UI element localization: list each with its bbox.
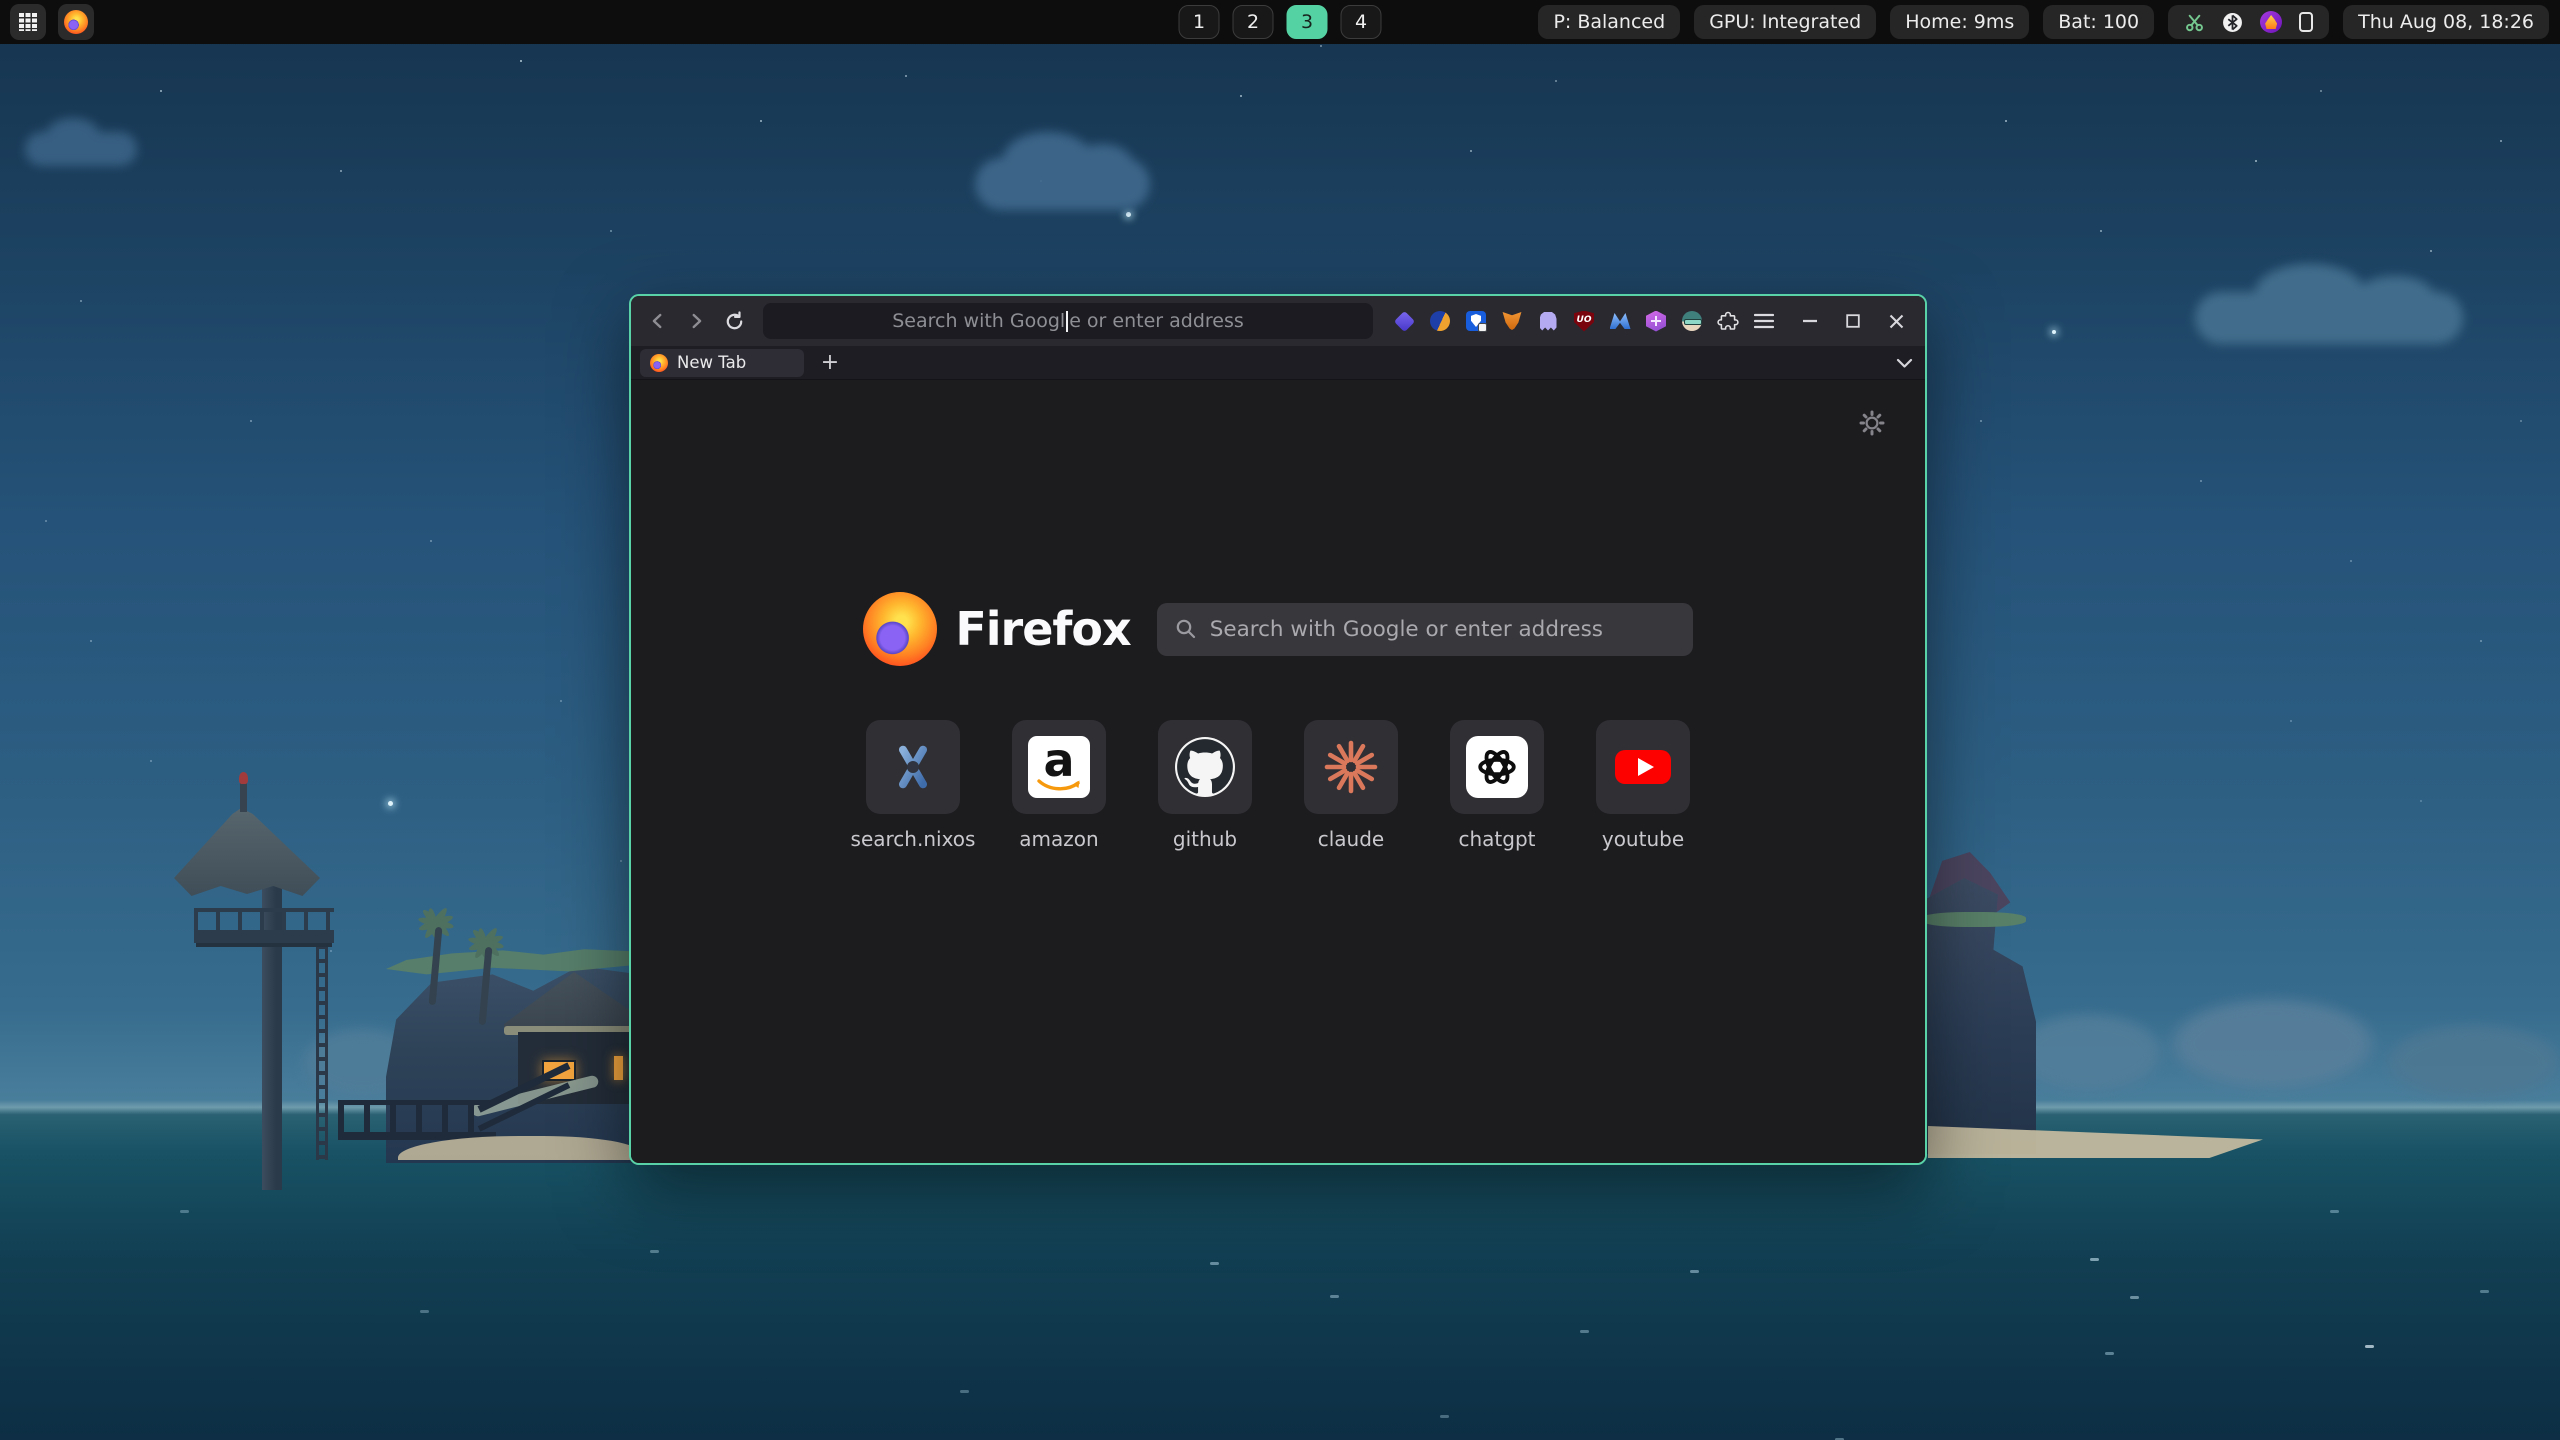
cloud: [2195, 292, 2463, 344]
shortcut-claude[interactable]: claude: [1303, 720, 1399, 851]
extensions-puzzle-icon[interactable]: [1717, 310, 1739, 332]
workspace-3-active[interactable]: 3: [1287, 5, 1328, 39]
newtab-hero: Firefox Search with Google or enter addr…: [631, 592, 1925, 666]
tab-bar: New Tab +: [631, 346, 1925, 380]
bluetooth-icon[interactable]: [2222, 12, 2243, 33]
shortcut-youtube[interactable]: youtube: [1595, 720, 1691, 851]
lit-window: [614, 1056, 623, 1080]
url-placeholder: e or enter address: [1069, 310, 1244, 332]
youtube-play-icon: [1613, 737, 1673, 797]
clock-pill[interactable]: Thu Aug 08, 18:26: [2343, 5, 2549, 39]
new-tab-button[interactable]: +: [816, 349, 844, 377]
nixos-snowflake-icon: [885, 739, 941, 795]
system-tray: [2168, 5, 2329, 39]
list-all-tabs-chevron[interactable]: [1896, 346, 1913, 380]
gpu-pill[interactable]: GPU: Integrated: [1694, 5, 1876, 39]
search-icon: [1175, 618, 1197, 640]
browser-toolbar: Search with Google or enter address UO: [631, 296, 1925, 346]
metamask-extension-icon[interactable]: [1501, 310, 1523, 332]
extension-bar: UO: [1393, 310, 1775, 332]
app-launcher-button[interactable]: [10, 4, 46, 40]
url-placeholder: Search with Googl: [892, 310, 1065, 332]
cloud: [25, 132, 137, 166]
forward-button[interactable]: [679, 305, 713, 337]
url-bar[interactable]: Search with Google or enter address: [763, 303, 1373, 339]
purple-diamond-extension-icon[interactable]: [1393, 310, 1415, 332]
ublock-origin-extension-icon[interactable]: UO: [1573, 310, 1595, 332]
network-icon[interactable]: [2184, 12, 2205, 33]
firefox-icon: [64, 10, 88, 34]
bright-star: [1126, 212, 1131, 217]
desktop: 1 2 3 4 P: Balanced GPU: Integrated Home…: [0, 0, 2560, 1440]
battery-pill[interactable]: Bat: 100: [2043, 5, 2154, 39]
search-placeholder: Search with Google or enter address: [1210, 617, 1603, 642]
shortcut-tiles: search.nixos a github amazon: [631, 720, 1925, 851]
cloud: [975, 158, 1150, 210]
power-profile-pill[interactable]: P: Balanced: [1538, 5, 1680, 39]
tab-title: New Tab: [677, 353, 746, 372]
shortcut-search-nixos[interactable]: search.nixos: [865, 720, 961, 851]
menu-hamburger-icon[interactable]: [1753, 310, 1775, 332]
dark-reader-extension-icon[interactable]: [1429, 310, 1451, 332]
horizon-cloud-bank: [1985, 995, 2560, 1110]
firefox-wordmark: Firefox: [955, 602, 1130, 656]
workspace-switcher: 1 2 3 4: [1179, 5, 1382, 39]
back-button[interactable]: [641, 305, 675, 337]
reload-button[interactable]: [717, 305, 751, 337]
newtab-search-input[interactable]: Search with Google or enter address: [1157, 603, 1693, 656]
bright-star: [388, 801, 393, 806]
amazon-icon: a: [1028, 736, 1090, 798]
shortcut-github[interactable]: github: [1157, 720, 1253, 851]
firefox-logo: [863, 592, 937, 666]
github-octocat-icon: [1175, 737, 1235, 797]
openai-knot-icon: [1466, 736, 1528, 798]
tab-new-tab[interactable]: New Tab: [640, 349, 804, 377]
text-caret: [1066, 311, 1068, 332]
vpn-extension-icon[interactable]: [1609, 310, 1631, 332]
workspace-1[interactable]: 1: [1179, 5, 1220, 39]
firefox-favicon: [650, 354, 668, 372]
close-button[interactable]: [1883, 308, 1909, 334]
bright-star: [2052, 330, 2056, 334]
claude-starburst-icon: [1323, 739, 1379, 795]
shortcut-amazon[interactable]: a github amazon: [1011, 720, 1107, 851]
window-controls: [1797, 308, 1909, 334]
minimize-button[interactable]: [1797, 308, 1823, 334]
privacy-goggles-extension-icon[interactable]: [1681, 310, 1703, 332]
phone-icon[interactable]: [2299, 12, 2313, 32]
shortcut-chatgpt[interactable]: chatgpt: [1449, 720, 1545, 851]
firefox-launcher-button[interactable]: [58, 4, 94, 40]
topbar: 1 2 3 4 P: Balanced GPU: Integrated Home…: [0, 0, 2560, 44]
new-tab-page: Firefox Search with Google or enter addr…: [631, 380, 1925, 1163]
apps-grid-icon: [18, 12, 38, 32]
workspace-2[interactable]: 2: [1233, 5, 1274, 39]
ping-pill[interactable]: Home: 9ms: [1890, 5, 2029, 39]
workspace-4[interactable]: 4: [1341, 5, 1382, 39]
bitwarden-extension-icon[interactable]: [1465, 310, 1487, 332]
firefox-window: Search with Google or enter address UO: [629, 294, 1927, 1165]
media-flame-icon[interactable]: [2260, 11, 2282, 33]
maximize-button[interactable]: [1840, 308, 1866, 334]
personalize-gear-icon[interactable]: [1855, 406, 1889, 440]
hex-badge-extension-icon[interactable]: [1645, 310, 1667, 332]
ghostery-extension-icon[interactable]: [1537, 310, 1559, 332]
